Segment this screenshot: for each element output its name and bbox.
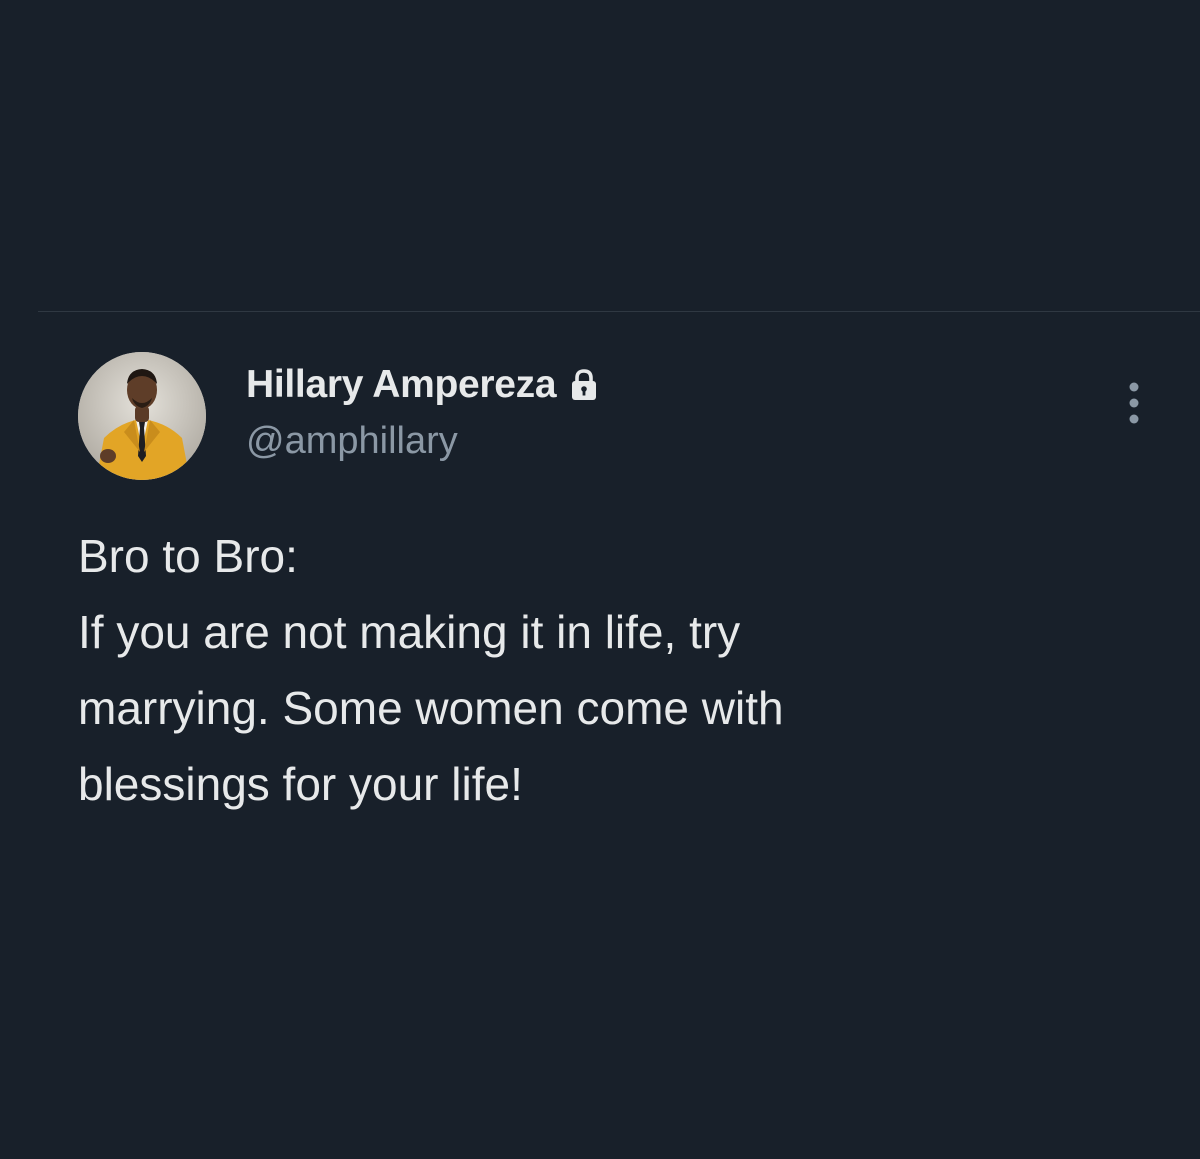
tweet-text-line: blessings for your life! xyxy=(78,758,523,810)
avatar-photo xyxy=(78,352,206,480)
tweet-text-line: marrying. Some women come with xyxy=(78,682,784,734)
author-handle[interactable]: @amphillary xyxy=(246,420,458,463)
tweet-text-line: Bro to Bro: xyxy=(78,530,298,582)
tweet-text: Bro to Bro: If you are not making it in … xyxy=(78,518,1078,822)
tweet-card[interactable]: Hillary Ampereza @amphillary Bro to Bro:… xyxy=(0,312,1200,1159)
avatar[interactable] xyxy=(78,352,206,480)
author-display-name[interactable]: Hillary Ampereza xyxy=(246,363,557,407)
lock-icon xyxy=(570,368,598,402)
more-options-icon[interactable] xyxy=(1116,380,1152,426)
author-name-row: Hillary Ampereza xyxy=(246,362,598,408)
tweet-text-line: If you are not making it in life, try xyxy=(78,606,741,658)
